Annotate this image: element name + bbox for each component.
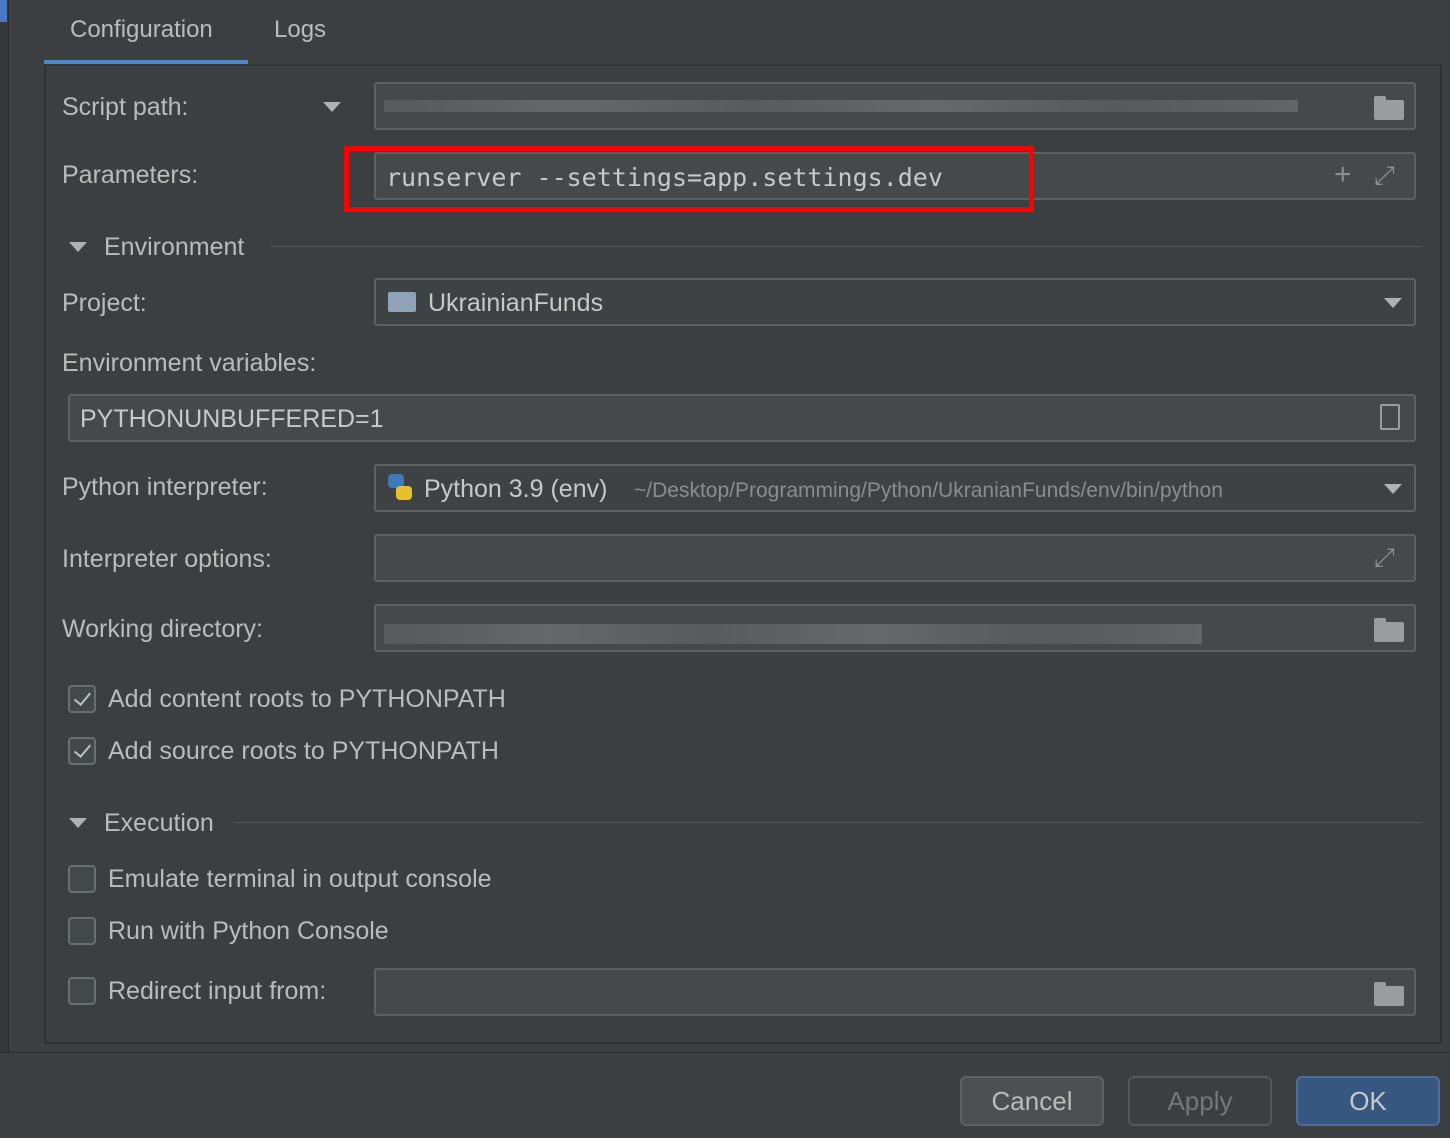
add-content-roots-label: Add content roots to PYTHONPATH bbox=[108, 685, 506, 713]
add-content-roots-checkbox[interactable] bbox=[68, 685, 96, 713]
cancel-button[interactable]: Cancel bbox=[960, 1076, 1104, 1126]
environment-section-title[interactable]: Environment bbox=[104, 233, 244, 262]
execution-section-title[interactable]: Execution bbox=[104, 809, 214, 838]
folder-icon[interactable] bbox=[1374, 982, 1404, 1006]
tab-logs[interactable]: Logs bbox=[274, 16, 326, 44]
project-select[interactable]: UkrainianFunds bbox=[374, 278, 1416, 326]
highlight-box bbox=[344, 146, 1034, 212]
script-path-label: Script path: bbox=[62, 93, 189, 121]
add-source-roots-label: Add source roots to PYTHONPATH bbox=[108, 737, 499, 765]
env-vars-value: PYTHONUNBUFFERED=1 bbox=[80, 405, 384, 433]
apply-button[interactable]: Apply bbox=[1128, 1076, 1272, 1126]
emulate-terminal-label: Emulate terminal in output console bbox=[108, 865, 492, 893]
working-dir-input[interactable] bbox=[374, 604, 1416, 652]
env-vars-label: Environment variables: bbox=[62, 349, 317, 377]
divider bbox=[234, 822, 1422, 823]
tab-configuration[interactable]: Configuration bbox=[70, 16, 213, 44]
project-value: UkrainianFunds bbox=[428, 289, 604, 317]
chevron-down-icon bbox=[1384, 484, 1402, 494]
run-python-console-label: Run with Python Console bbox=[108, 917, 389, 945]
add-source-roots-checkbox[interactable] bbox=[68, 737, 96, 765]
interpreter-select[interactable]: Python 3.9 (env) ~/Desktop/Programming/P… bbox=[374, 464, 1416, 512]
redirect-input-field[interactable] bbox=[374, 968, 1416, 1016]
run-python-console-checkbox[interactable] bbox=[68, 917, 96, 945]
chevron-down-icon bbox=[1384, 298, 1402, 308]
selection-marker bbox=[0, 0, 7, 22]
python-project-folder-icon bbox=[388, 292, 416, 312]
ok-button[interactable]: OK bbox=[1296, 1076, 1440, 1126]
blurred-path bbox=[384, 100, 1298, 112]
parameters-label: Parameters: bbox=[62, 161, 199, 189]
footer-divider bbox=[0, 1052, 1450, 1053]
plus-icon[interactable]: + bbox=[1334, 158, 1352, 192]
python-icon-lower bbox=[396, 486, 412, 500]
folder-icon[interactable] bbox=[1374, 618, 1404, 642]
interpreter-path: ~/Desktop/Programming/Python/UkranianFun… bbox=[634, 479, 1223, 502]
folder-icon[interactable] bbox=[1374, 96, 1404, 120]
script-path-type-dropdown-icon[interactable] bbox=[323, 102, 341, 112]
interpreter-label: Python interpreter: bbox=[62, 473, 268, 501]
redirect-input-label: Redirect input from: bbox=[108, 977, 327, 1005]
blurred-path bbox=[384, 624, 1202, 644]
expand-icon[interactable]: ⤢ bbox=[1374, 542, 1395, 574]
expand-icon[interactable]: ⤢ bbox=[1374, 160, 1395, 192]
env-vars-input[interactable]: PYTHONUNBUFFERED=1 bbox=[68, 394, 1416, 442]
interpreter-options-label: Interpreter options: bbox=[62, 545, 272, 573]
emulate-terminal-checkbox[interactable] bbox=[68, 865, 96, 893]
script-path-input[interactable] bbox=[374, 82, 1416, 130]
edit-list-icon[interactable] bbox=[1380, 404, 1400, 430]
project-label: Project: bbox=[62, 289, 147, 317]
redirect-input-checkbox[interactable] bbox=[68, 977, 96, 1005]
interpreter-name: Python 3.9 (env) bbox=[424, 475, 608, 503]
divider bbox=[270, 246, 1422, 247]
interpreter-options-input[interactable]: ⤢ bbox=[374, 534, 1416, 582]
collapse-environment-icon[interactable] bbox=[69, 242, 87, 252]
left-sidebar-edge bbox=[0, 0, 9, 1052]
collapse-execution-icon[interactable] bbox=[69, 818, 87, 828]
working-dir-label: Working directory: bbox=[62, 615, 263, 643]
